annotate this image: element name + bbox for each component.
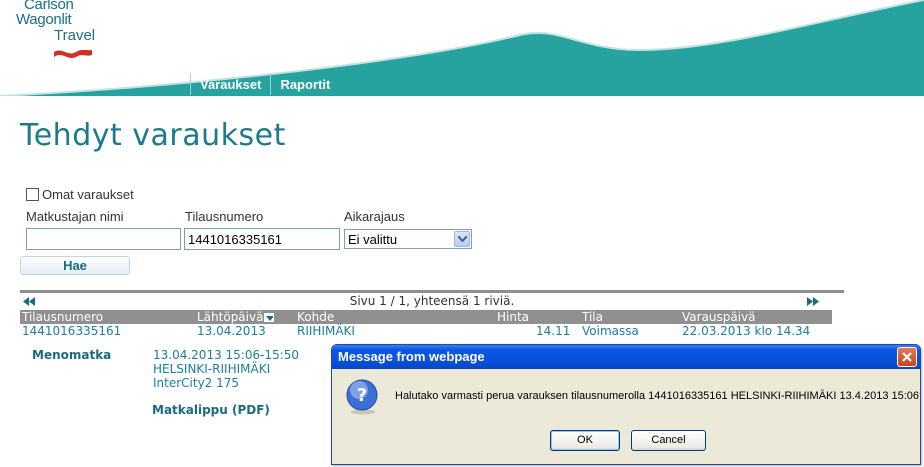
cell-destination: RIIHIMÄKI	[297, 324, 355, 338]
page-title: Tehdyt varaukset	[20, 118, 286, 153]
cell-order-number[interactable]: 1441016335161	[22, 324, 121, 338]
nav-item-raportit[interactable]: Raportit	[270, 73, 339, 95]
question-icon: ?	[346, 379, 378, 415]
own-bookings-label: Omat varaukset	[42, 187, 134, 202]
dialog-titlebar[interactable]: Message from webpage	[332, 345, 920, 369]
header-wave	[0, 0, 924, 96]
close-icon	[902, 352, 912, 362]
col-departure-date[interactable]: Lähtöpäivä	[197, 310, 275, 324]
order-number-input[interactable]: 1441016335161	[184, 228, 340, 250]
cell-departure-date: 13.04.2013	[197, 324, 266, 338]
col-destination[interactable]: Kohde	[297, 310, 334, 324]
header: Carlson Wagonlit Travel Varaukset Raport…	[0, 0, 924, 96]
traveler-name-label: Matkustajan nimi	[26, 209, 124, 224]
table-header: Tilausnumero Lähtöpäivä Kohde Hinta Tila…	[20, 310, 832, 324]
cell-booking-date: 22.03.2013 klo 14.34	[682, 324, 811, 338]
traveler-name-input[interactable]	[26, 228, 181, 250]
logo-line-3: Travel	[54, 27, 96, 44]
order-number-label: Tilausnumero	[185, 209, 264, 224]
outbound-route: HELSINKI-RIIHIMÄKI	[153, 362, 271, 376]
pager-info: Sivu 1 / 1, yhteensä 1 riviä.	[349, 294, 515, 308]
col-departure-date-label: Lähtöpäivä	[197, 310, 264, 324]
ticket-pdf-link[interactable]: Matkalippu (PDF)	[152, 403, 270, 417]
time-range-label: Aikarajaus	[344, 209, 405, 224]
outbound-train: InterCity2 175	[153, 376, 240, 390]
col-order-number[interactable]: Tilausnumero	[22, 310, 103, 324]
dialog-message: Halutako varmasti perua varauksen tilaus…	[395, 390, 921, 402]
cell-status: Voimassa	[582, 324, 639, 338]
col-price[interactable]: Hinta	[497, 310, 529, 324]
main-nav: Varaukset Raportit	[190, 73, 339, 95]
cancel-button[interactable]: Cancel	[631, 430, 706, 451]
confirm-dialog: Message from webpage ? Halutako varmasti…	[331, 344, 921, 465]
logo-flag-icon	[54, 49, 92, 58]
close-button[interactable]	[897, 347, 917, 367]
last-page-icon[interactable]	[807, 295, 819, 309]
dialog-body: ? Halutako varmasti perua varauksen tila…	[335, 369, 920, 462]
own-bookings-checkbox[interactable]	[26, 188, 39, 201]
nav-item-varaukset[interactable]: Varaukset	[190, 73, 270, 95]
dialog-title: Message from webpage	[338, 349, 485, 364]
sort-desc-icon	[264, 313, 275, 322]
search-button[interactable]: Hae	[20, 256, 130, 275]
chevron-down-icon[interactable]	[454, 231, 470, 247]
cell-price: 14.11	[536, 324, 571, 338]
svg-text:?: ?	[357, 385, 367, 406]
outbound-label: Menomatka	[32, 348, 112, 362]
time-range-select[interactable]: Ei valittu	[344, 229, 472, 249]
ok-button[interactable]: OK	[550, 430, 620, 451]
col-status[interactable]: Tila	[582, 310, 603, 324]
logo-line-2: Wagonlit	[16, 11, 72, 28]
page-root: Carlson Wagonlit Travel Varaukset Raport…	[0, 0, 924, 467]
outbound-time: 13.04.2013 15:06-15:50	[153, 348, 300, 362]
pager: Sivu 1 / 1, yhteensä 1 riviä.	[20, 293, 844, 309]
time-range-value: Ei valittu	[348, 232, 398, 247]
col-booking-date[interactable]: Varauspäivä	[682, 310, 756, 324]
